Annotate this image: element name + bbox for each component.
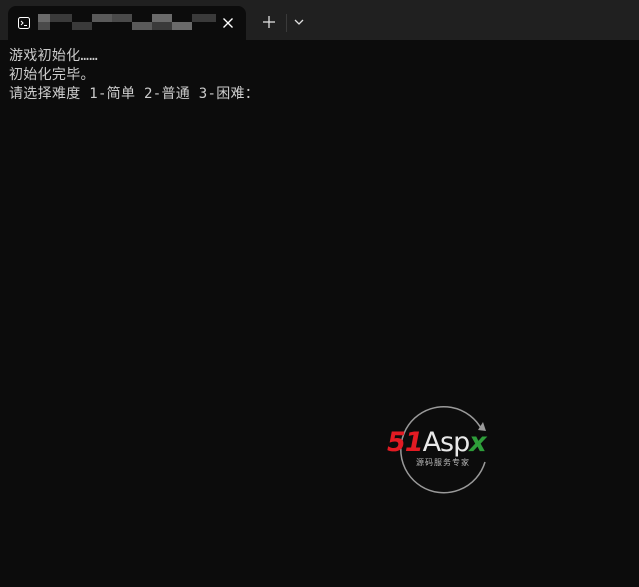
terminal-icon (18, 17, 30, 29)
terminal-line: 游戏初始化…… (9, 48, 98, 64)
watermark-logo: 51Aspx 源码服务专家 (384, 400, 516, 496)
redacted-pixel (92, 14, 112, 22)
title-bar (0, 0, 639, 40)
redacted-pixel (192, 14, 216, 22)
redacted-pixel (132, 22, 152, 30)
watermark-brand-number: 51 (387, 427, 424, 458)
terminal-line: 初始化完毕。 (9, 67, 95, 83)
redacted-pixel (112, 14, 132, 22)
tab-active[interactable] (8, 6, 246, 40)
redacted-pixel (152, 22, 172, 30)
redacted-pixel (50, 14, 72, 22)
redacted-pixel (38, 22, 50, 30)
terminal-window: 游戏初始化…… 初始化完毕。 请选择难度 1-简单 2-普通 3-困难： 51A… (0, 0, 639, 587)
redacted-pixel (38, 14, 50, 22)
tab-title (38, 14, 216, 30)
redacted-pixel (152, 14, 172, 22)
watermark-brand-suffix: x (469, 427, 486, 458)
close-icon[interactable] (220, 15, 236, 31)
watermark-brand-name: Asp (422, 427, 471, 458)
watermark-tagline: 源码服务专家 (416, 458, 470, 467)
redacted-pixel (72, 22, 92, 30)
chevron-down-icon[interactable] (291, 14, 307, 30)
tab-separator (286, 14, 287, 32)
plus-icon[interactable] (259, 12, 279, 32)
redacted-pixel (172, 22, 192, 30)
terminal-line: 请选择难度 1-简单 2-普通 3-困难： (9, 86, 260, 102)
watermark-brand: 51Aspx (387, 427, 487, 458)
terminal-output[interactable]: 游戏初始化…… 初始化完毕。 请选择难度 1-简单 2-普通 3-困难： (0, 40, 639, 587)
